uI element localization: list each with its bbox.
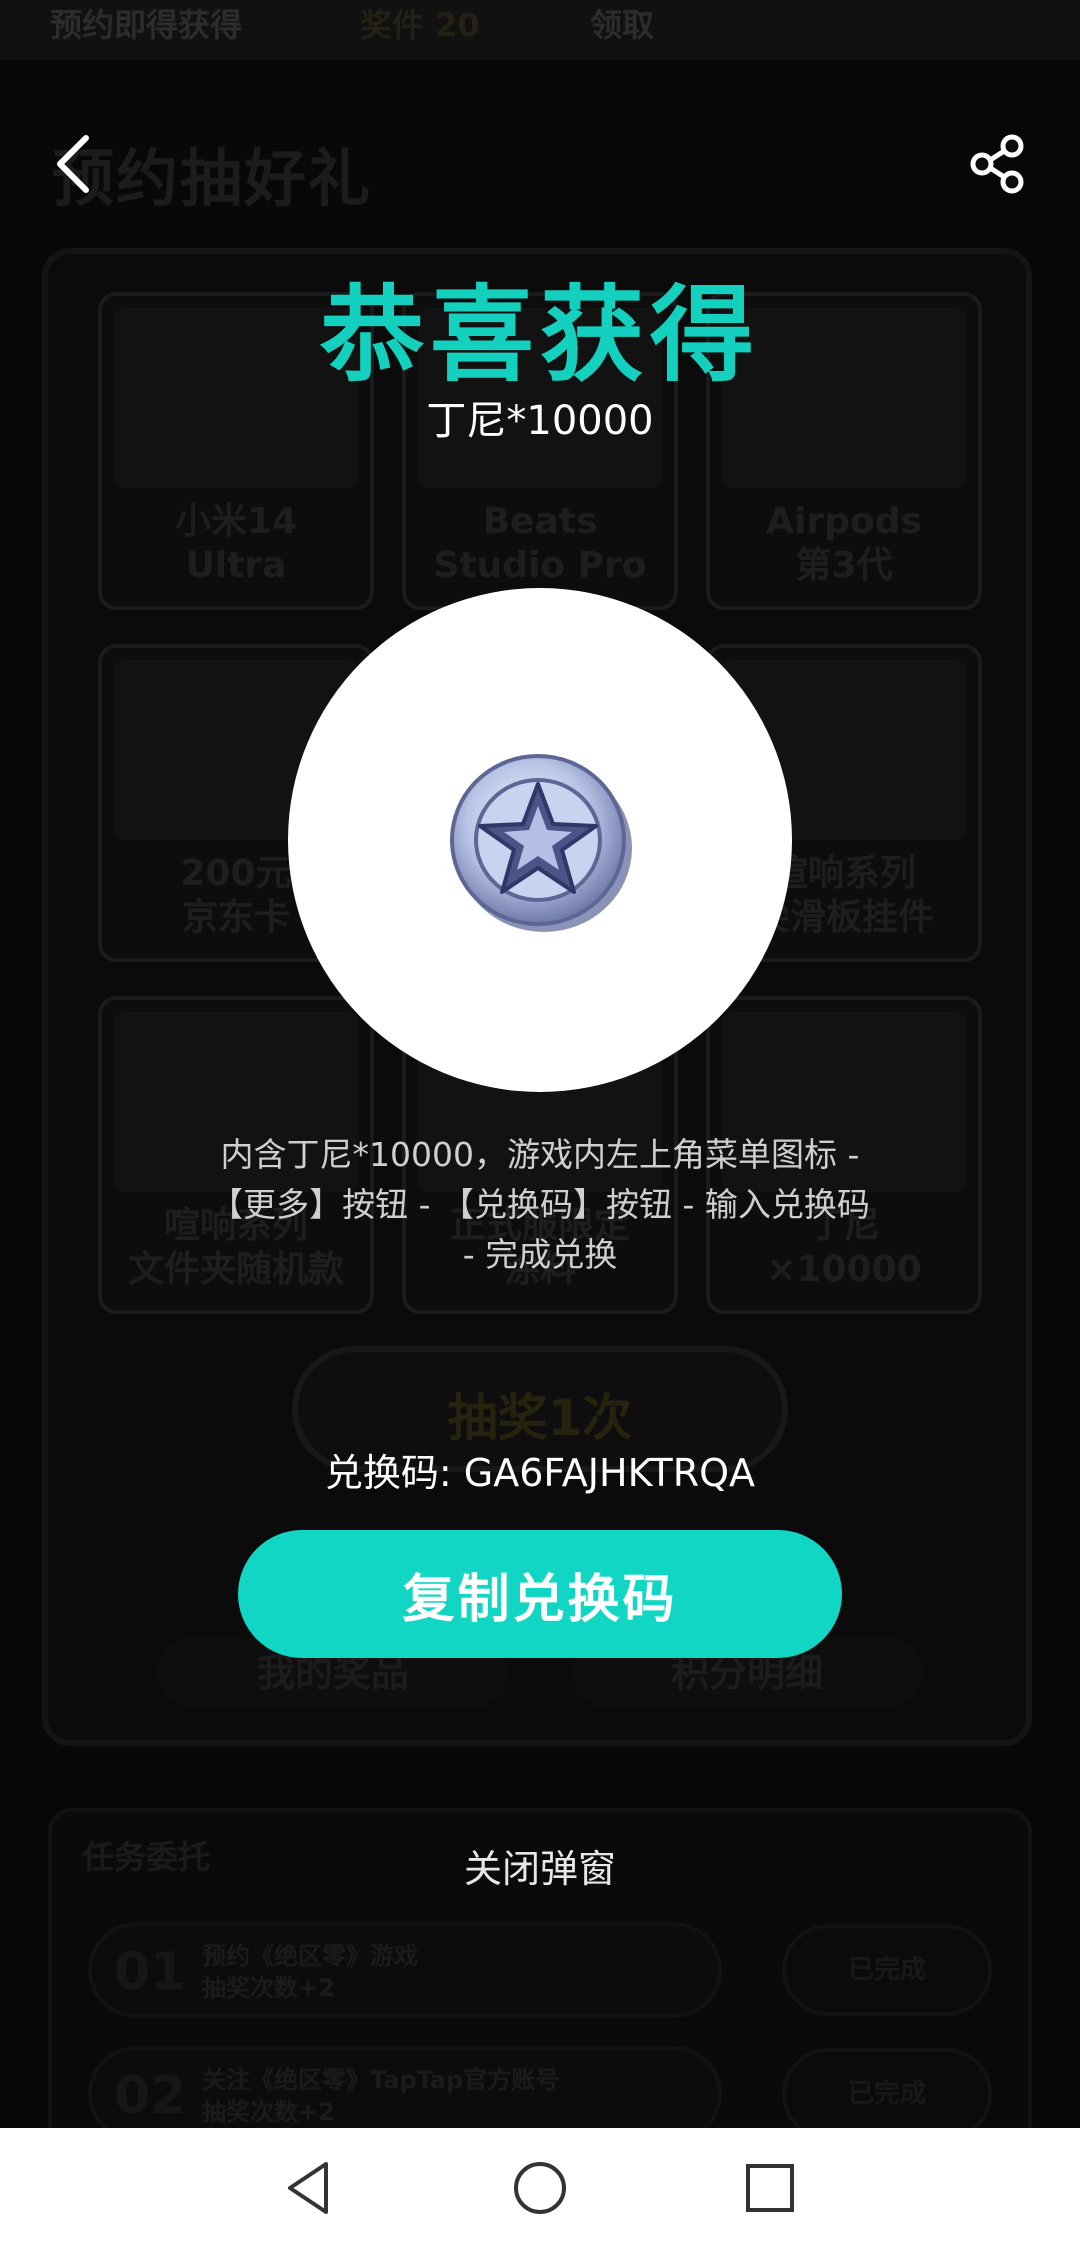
page: 预约即得获得 奖件 20 领取 预约抽好礼 小米14 Ultra Beats St…	[0, 0, 1080, 2244]
square-recent-icon[interactable]	[738, 2156, 802, 2220]
close-popup-button[interactable]: 关闭弹窗	[0, 1838, 1080, 1893]
share-icon	[970, 134, 1024, 194]
triangle-back-icon[interactable]	[278, 2156, 342, 2220]
popup-title: 恭喜获得	[319, 274, 760, 396]
share-button[interactable]	[964, 130, 1032, 198]
system-nav-bar	[0, 2128, 1080, 2244]
circle-home-icon[interactable]	[508, 2156, 572, 2220]
chevron-left-icon	[57, 135, 89, 193]
prize-name: 丁尼*10000	[426, 398, 654, 444]
redeem-code: 兑换码: GA6FAJHKTRQA	[324, 1451, 756, 1495]
back-button[interactable]	[44, 128, 104, 200]
copy-code-button[interactable]: 复制兑换码	[238, 1530, 842, 1658]
denny-coin-icon	[450, 754, 632, 932]
prize-description: 内含丁尼*10000，游戏内左上角菜单图标 - 【更多】按钮 - 【兑换码】按钮…	[210, 1135, 870, 1274]
